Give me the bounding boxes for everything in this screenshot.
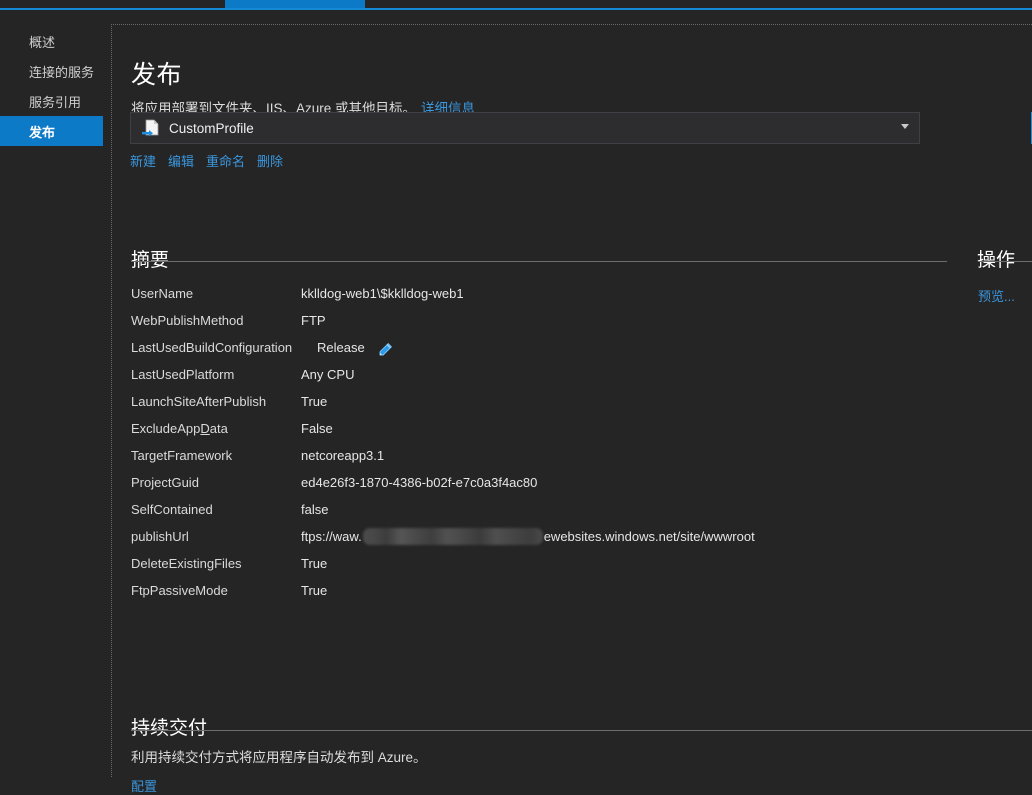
summary-row-value: Release [301, 334, 393, 361]
sidebar-item-service-references[interactable]: 服务引用 [0, 86, 103, 116]
sidebar-item-label: 发布 [29, 122, 55, 141]
summary-row-key: LaunchSiteAfterPublish [131, 388, 301, 415]
summary-row-key: LastUsedBuildConfiguration [131, 334, 301, 361]
continuous-delivery-description: 利用持续交付方式将应用程序自动发布到 Azure。 [131, 746, 427, 766]
summary-value-text: false [301, 496, 328, 523]
summary-row-value: ed4e26f3-1870-4386-b02f-e7c0a3f4ac80 [301, 469, 537, 496]
summary-table: UserNamekklldog-web1\$kklldog-web1WebPub… [131, 280, 947, 604]
summary-row-key: SelfContained [131, 496, 301, 523]
summary-row-key: publishUrl [131, 523, 301, 550]
summary-row-key: UserName [131, 280, 301, 307]
summary-row-value: netcoreapp3.1 [301, 442, 384, 469]
publish-profile-actions: 新建 编辑 重命名 删除 [130, 151, 283, 170]
rename-profile-link[interactable]: 重命名 [206, 151, 245, 170]
summary-value-text: True [301, 388, 327, 415]
publish-profile-name: CustomProfile [169, 121, 254, 136]
summary-row-value: FTP [301, 307, 326, 334]
summary-row-value: ftps://waw. ewebsites.windows.net/site/ww… [301, 523, 755, 550]
summary-row-value: kklldog-web1\$kklldog-web1 [301, 280, 464, 307]
summary-value-text: FTP [301, 307, 326, 334]
redacted-text-blur [363, 528, 543, 545]
summary-row: DeleteExistingFilesTrue [131, 550, 947, 577]
publish-profile-dropdown[interactable]: CustomProfile [130, 112, 920, 144]
window-tab-strip [0, 0, 1032, 12]
sidebar-item-publish[interactable]: 发布 [0, 116, 103, 146]
summary-row-key: ProjectGuid [131, 469, 301, 496]
publish-page: 发布 将应用部署到文件夹、IIS、Azure 或其他目标。详细信息 Custom… [111, 24, 1032, 777]
summary-row-value: True [301, 388, 327, 415]
summary-section-title: 摘要 [131, 245, 169, 272]
summary-value-text: kklldog-web1\$kklldog-web1 [301, 280, 464, 307]
summary-row-key: FtpPassiveMode [131, 577, 301, 604]
publish-document-icon [139, 118, 165, 138]
continuous-delivery-title: 持续交付 [131, 713, 207, 740]
project-properties-sidebar: 概述 连接的服务 服务引用 发布 [0, 12, 110, 777]
delete-profile-link[interactable]: 删除 [257, 151, 283, 170]
summary-value-text: True [301, 550, 327, 577]
sidebar-item-overview[interactable]: 概述 [0, 26, 103, 56]
summary-row-value: False [301, 415, 333, 442]
summary-value-text: True [301, 577, 327, 604]
summary-value-text: False [301, 415, 333, 442]
continuous-delivery-divider [131, 730, 1032, 731]
chevron-down-icon[interactable] [901, 124, 909, 129]
summary-row: WebPublishMethodFTP [131, 307, 947, 334]
tab-strip-underline [0, 8, 1032, 10]
sidebar-item-connected-services[interactable]: 连接的服务 [0, 56, 103, 86]
summary-row: FtpPassiveModeTrue [131, 577, 947, 604]
sidebar-item-label: 连接的服务 [29, 62, 94, 81]
summary-row: ProjectGuided4e26f3-1870-4386-b02f-e7c0a… [131, 469, 947, 496]
summary-row-key: TargetFramework [131, 442, 301, 469]
continuous-delivery-configure-link[interactable]: 配置 [131, 776, 157, 795]
summary-row: ExcludeAppDataFalse [131, 415, 947, 442]
summary-value-suffix: ewebsites.windows.net/site/wwwroot [544, 523, 755, 550]
sidebar-item-label: 服务引用 [29, 92, 81, 111]
summary-row-value: false [301, 496, 328, 523]
summary-row: TargetFrameworknetcoreapp3.1 [131, 442, 947, 469]
summary-row-value: True [301, 577, 327, 604]
summary-value-text: Release [317, 334, 365, 361]
actions-section-title: 操作 [977, 245, 1015, 272]
sidebar-item-label: 概述 [29, 32, 55, 51]
summary-row: publishUrlftps://waw. ewebsites.windows.n… [131, 523, 947, 550]
edit-profile-link[interactable]: 编辑 [168, 151, 194, 170]
summary-row-key: WebPublishMethod [131, 307, 301, 334]
summary-row: LastUsedBuildConfiguration Release [131, 334, 947, 361]
summary-row: LastUsedPlatformAny CPU [131, 361, 947, 388]
summary-row-value: True [301, 550, 327, 577]
summary-value-text: Any CPU [301, 361, 354, 388]
summary-section-divider [131, 261, 947, 262]
preview-link[interactable]: 预览... [978, 286, 1015, 305]
page-title: 发布 [131, 55, 182, 91]
summary-row-key: DeleteExistingFiles [131, 550, 301, 577]
new-profile-link[interactable]: 新建 [130, 151, 156, 170]
summary-row: LaunchSiteAfterPublishTrue [131, 388, 947, 415]
summary-row: SelfContainedfalse [131, 496, 947, 523]
actions-section-divider [978, 261, 1032, 262]
summary-value-prefix: ftps://waw. [301, 523, 362, 550]
pencil-edit-icon[interactable] [377, 340, 393, 356]
summary-row-key: LastUsedPlatform [131, 361, 301, 388]
active-document-tab[interactable] [225, 0, 365, 8]
summary-row: UserNamekklldog-web1\$kklldog-web1 [131, 280, 947, 307]
summary-row-value: Any CPU [301, 361, 354, 388]
summary-value-text: ed4e26f3-1870-4386-b02f-e7c0a3f4ac80 [301, 469, 537, 496]
summary-value-text: netcoreapp3.1 [301, 442, 384, 469]
summary-row-key: ExcludeAppData [131, 415, 301, 442]
